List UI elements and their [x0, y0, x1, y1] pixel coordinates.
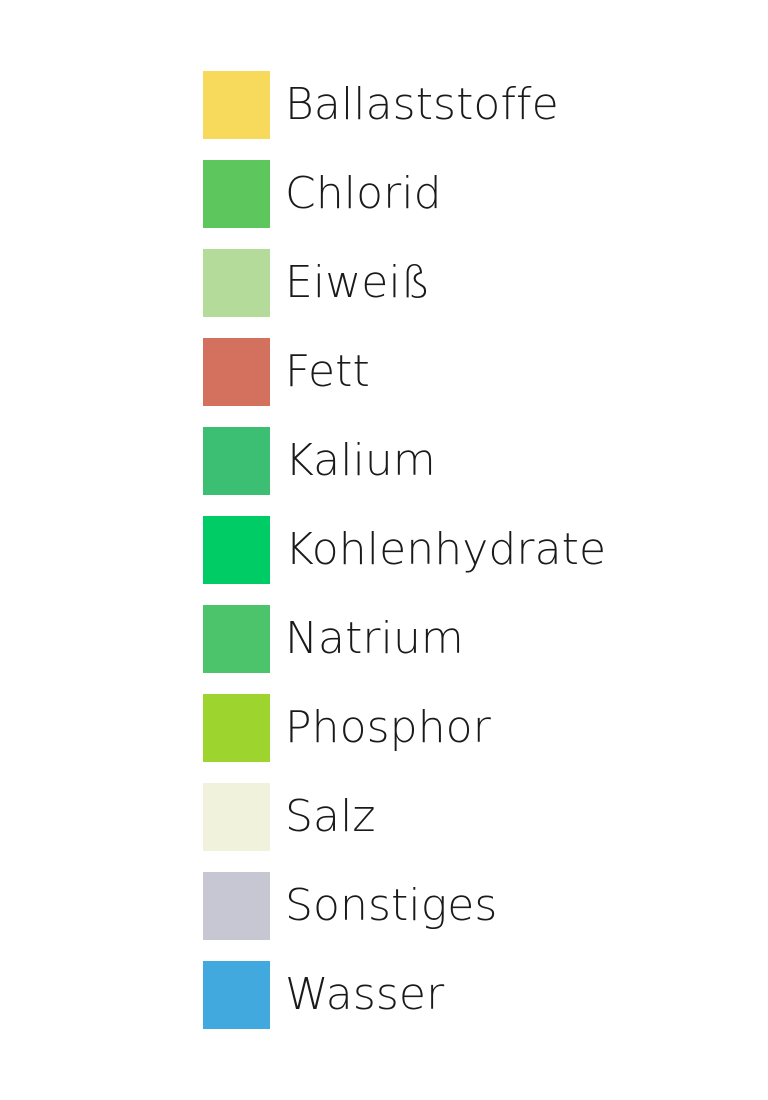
legend-color-swatch	[203, 694, 270, 762]
legend-item-label: Salz	[285, 791, 376, 842]
legend-color-swatch	[203, 961, 270, 1029]
legend-color-swatch	[203, 71, 270, 139]
legend-item-label: Natrium	[285, 613, 464, 664]
legend-item-label: Ballaststoffe	[285, 79, 559, 130]
legend-color-swatch	[203, 516, 270, 584]
legend-item-label: Sonstiges	[285, 880, 498, 931]
legend-item-label: Kohlenhydrate	[285, 524, 607, 575]
legend-item-label: Kalium	[285, 435, 436, 486]
legend-item-label: Phosphor	[285, 702, 491, 753]
legend-item-label: Wasser	[285, 969, 445, 1020]
legend-item[interactable]: Ballaststoffe	[203, 71, 559, 139]
legend-item[interactable]: Phosphor	[203, 694, 491, 762]
legend-color-swatch	[203, 872, 270, 940]
legend-item[interactable]: Fett	[203, 338, 370, 406]
legend-item[interactable]: Wasser	[203, 961, 444, 1029]
legend-item[interactable]: Salz	[203, 783, 376, 851]
legend-item[interactable]: Chlorid	[203, 160, 442, 228]
legend-color-swatch	[203, 605, 270, 673]
legend-color-swatch	[203, 427, 270, 495]
legend-color-swatch	[203, 783, 270, 851]
legend-item[interactable]: Kalium	[203, 427, 436, 495]
legend-color-swatch	[203, 249, 270, 317]
legend-item[interactable]: Natrium	[203, 605, 464, 673]
legend-panel: Ballaststoffe Chlorid Eiweiß Fett Kalium Kohl…	[0, 0, 768, 1100]
legend-item-label: Fett	[285, 346, 370, 397]
legend-item[interactable]: Sonstiges	[203, 872, 497, 940]
legend-item[interactable]: Eiweiß	[203, 249, 431, 317]
legend-color-swatch	[203, 160, 270, 228]
legend-item-label: Eiweiß	[285, 257, 431, 308]
legend-item-label: Chlorid	[285, 168, 442, 219]
legend-item[interactable]: Kohlenhydrate	[203, 516, 606, 584]
legend-color-swatch	[203, 338, 270, 406]
